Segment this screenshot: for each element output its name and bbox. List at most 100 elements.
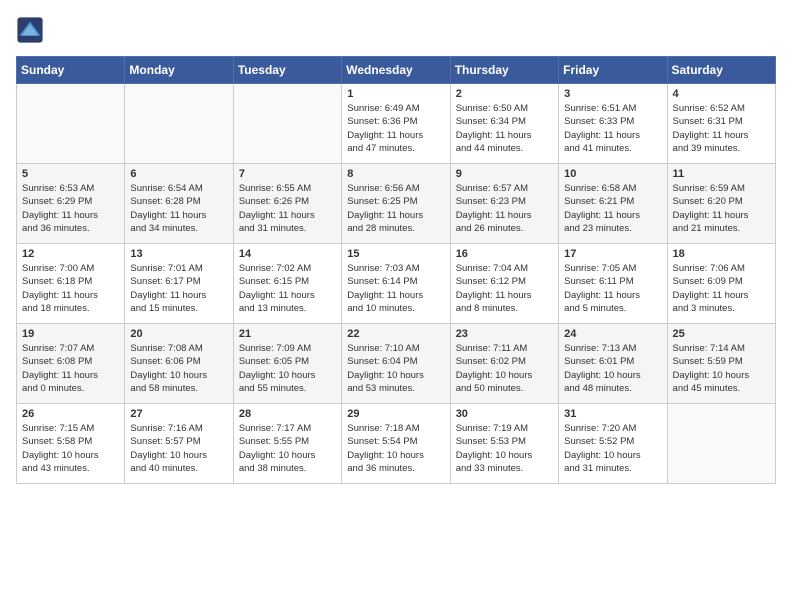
day-info: Sunrise: 6:53 AM Sunset: 6:29 PM Dayligh… xyxy=(22,182,119,235)
calendar-cell: 18 Sunrise: 7:06 AM Sunset: 6:09 PM Dayli… xyxy=(667,244,775,324)
calendar-cell: 7Sunrise: 6:55 AM Sunset: 6:26 PM Daylig… xyxy=(233,164,341,244)
day-info: Sunrise: 7:08 AM Sunset: 6:06 PM Dayligh… xyxy=(130,342,227,395)
day-number: 4 xyxy=(673,88,770,100)
day-info: Sunrise: 7:04 AM Sunset: 6:12 PM Dayligh… xyxy=(456,262,553,315)
header-day: Wednesday xyxy=(342,57,450,84)
calendar-week-row: 1 Sunrise: 6:49 AM Sunset: 6:36 PM Daylig… xyxy=(17,84,776,164)
calendar-cell: 21 Sunrise: 7:09 AM Sunset: 6:05 PM Dayli… xyxy=(233,324,341,404)
day-info: Sunrise: 6:51 AM Sunset: 6:33 PM Dayligh… xyxy=(564,102,661,155)
day-info: Sunrise: 7:10 AM Sunset: 6:04 PM Dayligh… xyxy=(347,342,444,395)
day-number: 23 xyxy=(456,328,553,340)
calendar-header: SundayMondayTuesdayWednesdayThursdayFrid… xyxy=(17,57,776,84)
day-number: 14 xyxy=(239,248,336,260)
day-number: 20 xyxy=(130,328,227,340)
header-day: Saturday xyxy=(667,57,775,84)
calendar-cell: 27 Sunrise: 7:16 AM Sunset: 5:57 PM Dayli… xyxy=(125,404,233,484)
calendar-cell: 30Sunrise: 7:19 AM Sunset: 5:53 PM Dayli… xyxy=(450,404,558,484)
calendar-cell: 4 Sunrise: 6:52 AM Sunset: 6:31 PM Daylig… xyxy=(667,84,775,164)
calendar-cell: 13 Sunrise: 7:01 AM Sunset: 6:17 PM Dayli… xyxy=(125,244,233,324)
header-row: SundayMondayTuesdayWednesdayThursdayFrid… xyxy=(17,57,776,84)
day-info: Sunrise: 7:11 AM Sunset: 6:02 PM Dayligh… xyxy=(456,342,553,395)
calendar-cell: 23 Sunrise: 7:11 AM Sunset: 6:02 PM Dayli… xyxy=(450,324,558,404)
calendar-table: SundayMondayTuesdayWednesdayThursdayFrid… xyxy=(16,56,776,484)
calendar-cell: 26Sunrise: 7:15 AM Sunset: 5:58 PM Dayli… xyxy=(17,404,125,484)
day-number: 13 xyxy=(130,248,227,260)
header-day: Sunday xyxy=(17,57,125,84)
calendar-cell: 5 Sunrise: 6:53 AM Sunset: 6:29 PM Daylig… xyxy=(17,164,125,244)
day-info: Sunrise: 7:16 AM Sunset: 5:57 PM Dayligh… xyxy=(130,422,227,475)
day-number: 1 xyxy=(347,88,444,100)
calendar-week-row: 12 Sunrise: 7:00 AM Sunset: 6:18 PM Dayli… xyxy=(17,244,776,324)
day-number: 29 xyxy=(347,408,444,420)
day-number: 25 xyxy=(673,328,770,340)
day-number: 27 xyxy=(130,408,227,420)
day-info: Sunrise: 7:01 AM Sunset: 6:17 PM Dayligh… xyxy=(130,262,227,315)
day-info: Sunrise: 6:58 AM Sunset: 6:21 PM Dayligh… xyxy=(564,182,661,235)
calendar-cell: 11 Sunrise: 6:59 AM Sunset: 6:20 PM Dayli… xyxy=(667,164,775,244)
day-info: Sunrise: 7:14 AM Sunset: 5:59 PM Dayligh… xyxy=(673,342,770,395)
calendar-cell: 24Sunrise: 7:13 AM Sunset: 6:01 PM Dayli… xyxy=(559,324,667,404)
day-info: Sunrise: 7:07 AM Sunset: 6:08 PM Dayligh… xyxy=(22,342,119,395)
calendar-body: 1 Sunrise: 6:49 AM Sunset: 6:36 PM Daylig… xyxy=(17,84,776,484)
calendar-cell: 6 Sunrise: 6:54 AM Sunset: 6:28 PM Daylig… xyxy=(125,164,233,244)
calendar-cell: 31 Sunrise: 7:20 AM Sunset: 5:52 PM Dayli… xyxy=(559,404,667,484)
day-number: 12 xyxy=(22,248,119,260)
day-number: 22 xyxy=(347,328,444,340)
day-number: 5 xyxy=(22,168,119,180)
day-number: 31 xyxy=(564,408,661,420)
day-info: Sunrise: 6:57 AM Sunset: 6:23 PM Dayligh… xyxy=(456,182,553,235)
day-number: 15 xyxy=(347,248,444,260)
day-info: Sunrise: 6:50 AM Sunset: 6:34 PM Dayligh… xyxy=(456,102,553,155)
calendar-cell: 20 Sunrise: 7:08 AM Sunset: 6:06 PM Dayli… xyxy=(125,324,233,404)
header-day: Friday xyxy=(559,57,667,84)
header-day: Tuesday xyxy=(233,57,341,84)
day-number: 9 xyxy=(456,168,553,180)
day-number: 2 xyxy=(456,88,553,100)
day-info: Sunrise: 6:49 AM Sunset: 6:36 PM Dayligh… xyxy=(347,102,444,155)
day-info: Sunrise: 7:09 AM Sunset: 6:05 PM Dayligh… xyxy=(239,342,336,395)
day-number: 18 xyxy=(673,248,770,260)
calendar-cell: 15 Sunrise: 7:03 AM Sunset: 6:14 PM Dayli… xyxy=(342,244,450,324)
day-info: Sunrise: 7:18 AM Sunset: 5:54 PM Dayligh… xyxy=(347,422,444,475)
day-number: 17 xyxy=(564,248,661,260)
calendar-cell: 22 Sunrise: 7:10 AM Sunset: 6:04 PM Dayli… xyxy=(342,324,450,404)
day-number: 11 xyxy=(673,168,770,180)
calendar-cell: 19 Sunrise: 7:07 AM Sunset: 6:08 PM Dayli… xyxy=(17,324,125,404)
day-info: Sunrise: 7:06 AM Sunset: 6:09 PM Dayligh… xyxy=(673,262,770,315)
day-number: 21 xyxy=(239,328,336,340)
day-info: Sunrise: 7:19 AM Sunset: 5:53 PM Dayligh… xyxy=(456,422,553,475)
day-number: 19 xyxy=(22,328,119,340)
calendar-cell: 1 Sunrise: 6:49 AM Sunset: 6:36 PM Daylig… xyxy=(342,84,450,164)
calendar-week-row: 26Sunrise: 7:15 AM Sunset: 5:58 PM Dayli… xyxy=(17,404,776,484)
day-number: 26 xyxy=(22,408,119,420)
calendar-cell: 10 Sunrise: 6:58 AM Sunset: 6:21 PM Dayli… xyxy=(559,164,667,244)
header-day: Monday xyxy=(125,57,233,84)
day-info: Sunrise: 7:00 AM Sunset: 6:18 PM Dayligh… xyxy=(22,262,119,315)
day-info: Sunrise: 7:17 AM Sunset: 5:55 PM Dayligh… xyxy=(239,422,336,475)
day-info: Sunrise: 7:03 AM Sunset: 6:14 PM Dayligh… xyxy=(347,262,444,315)
calendar-cell: 9 Sunrise: 6:57 AM Sunset: 6:23 PM Daylig… xyxy=(450,164,558,244)
calendar-cell: 29 Sunrise: 7:18 AM Sunset: 5:54 PM Dayli… xyxy=(342,404,450,484)
calendar-cell: 8Sunrise: 6:56 AM Sunset: 6:25 PM Daylig… xyxy=(342,164,450,244)
day-number: 10 xyxy=(564,168,661,180)
day-number: 24 xyxy=(564,328,661,340)
day-info: Sunrise: 7:02 AM Sunset: 6:15 PM Dayligh… xyxy=(239,262,336,315)
day-info: Sunrise: 6:59 AM Sunset: 6:20 PM Dayligh… xyxy=(673,182,770,235)
day-info: Sunrise: 7:20 AM Sunset: 5:52 PM Dayligh… xyxy=(564,422,661,475)
calendar-cell: 14 Sunrise: 7:02 AM Sunset: 6:15 PM Dayli… xyxy=(233,244,341,324)
logo-icon xyxy=(16,16,44,44)
header-day: Thursday xyxy=(450,57,558,84)
calendar-cell: 28 Sunrise: 7:17 AM Sunset: 5:55 PM Dayli… xyxy=(233,404,341,484)
day-number: 6 xyxy=(130,168,227,180)
day-info: Sunrise: 6:56 AM Sunset: 6:25 PM Dayligh… xyxy=(347,182,444,235)
page-header xyxy=(16,16,776,44)
day-info: Sunrise: 6:54 AM Sunset: 6:28 PM Dayligh… xyxy=(130,182,227,235)
calendar-cell: 2 Sunrise: 6:50 AM Sunset: 6:34 PM Daylig… xyxy=(450,84,558,164)
calendar-cell: 3Sunrise: 6:51 AM Sunset: 6:33 PM Daylig… xyxy=(559,84,667,164)
calendar-week-row: 5 Sunrise: 6:53 AM Sunset: 6:29 PM Daylig… xyxy=(17,164,776,244)
calendar-cell: 17Sunrise: 7:05 AM Sunset: 6:11 PM Dayli… xyxy=(559,244,667,324)
day-info: Sunrise: 6:55 AM Sunset: 6:26 PM Dayligh… xyxy=(239,182,336,235)
day-number: 28 xyxy=(239,408,336,420)
day-info: Sunrise: 6:52 AM Sunset: 6:31 PM Dayligh… xyxy=(673,102,770,155)
calendar-cell: 25 Sunrise: 7:14 AM Sunset: 5:59 PM Dayli… xyxy=(667,324,775,404)
